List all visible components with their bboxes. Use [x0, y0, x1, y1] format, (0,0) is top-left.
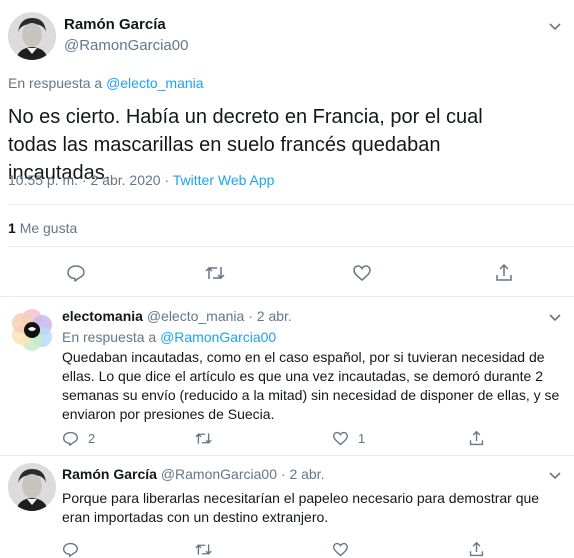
like-icon[interactable]: [352, 263, 372, 283]
chevron-down-icon[interactable]: [548, 311, 562, 325]
like-icon[interactable]: [332, 541, 349, 558]
retweet-icon[interactable]: [204, 263, 226, 283]
like-action[interactable]: 1: [332, 430, 365, 447]
reply-prefix: En respuesta a: [8, 75, 103, 91]
electomania-logo-icon: [12, 309, 52, 351]
reply-prefix: En respuesta a: [62, 329, 157, 345]
reply-header: electomania @electo_mania · 2 abr.: [62, 308, 292, 324]
avatar[interactable]: [8, 305, 56, 353]
tweet-source-link[interactable]: Twitter Web App: [173, 172, 275, 188]
share-icon[interactable]: [468, 541, 485, 558]
reply-header: Ramón García @RamonGarcia00 · 2 abr.: [62, 466, 324, 482]
reply-icon: [63, 431, 78, 446]
author-handle[interactable]: @RamonGarcia00: [161, 466, 277, 482]
meta-separator: ·: [248, 308, 253, 324]
avatar-portrait-icon: [8, 463, 56, 511]
meta-separator: ·: [280, 466, 286, 482]
tweet-date[interactable]: 2 abr. 2020: [91, 172, 161, 188]
author-name[interactable]: electomania: [62, 308, 143, 324]
author-handle[interactable]: @electo_mania: [147, 308, 245, 324]
share-action[interactable]: [468, 430, 485, 447]
divider: [8, 204, 574, 205]
reply-icon[interactable]: [62, 541, 79, 558]
retweet-icon[interactable]: [194, 541, 213, 558]
likes-count: 1: [8, 220, 16, 236]
author-handle[interactable]: @RamonGarcia00: [64, 37, 188, 54]
reply-text: Porque para liberarlas necesitarían el p…: [62, 490, 540, 525]
reply-to-link[interactable]: @RamonGarcia00: [160, 329, 276, 345]
meta-separator: ·: [81, 172, 87, 188]
reply-to-link[interactable]: @electo_mania: [106, 75, 204, 91]
tweet-time[interactable]: 10:55 p. m.: [8, 172, 78, 188]
reply-action[interactable]: 2: [62, 430, 95, 447]
likes-stat[interactable]: 1 Me gusta: [8, 220, 77, 236]
reply-context: En respuesta a @RamonGarcia00: [62, 329, 276, 345]
divider: [0, 455, 574, 456]
reply-count: 2: [88, 431, 96, 446]
avatar-portrait-icon: [8, 12, 56, 60]
tweet-meta: 10:55 p. m. · 2 abr. 2020 · Twitter Web …: [8, 172, 274, 188]
likes-label: Me gusta: [19, 220, 78, 236]
author-name[interactable]: Ramón García: [62, 466, 157, 482]
reply-icon[interactable]: [66, 263, 86, 283]
share-icon: [469, 430, 484, 446]
avatar[interactable]: [8, 12, 56, 60]
reply-context: En respuesta a @electo_mania: [8, 75, 204, 91]
author-name[interactable]: Ramón García: [64, 16, 166, 33]
divider: [8, 246, 574, 247]
reply-text: Quedaban incautadas, como en el caso esp…: [62, 349, 560, 422]
retweet-action[interactable]: [194, 430, 213, 447]
retweet-icon: [195, 433, 212, 444]
chevron-down-icon[interactable]: [548, 20, 562, 34]
avatar[interactable]: [8, 463, 56, 511]
reply-date[interactable]: 2 abr.: [289, 466, 324, 482]
divider: [0, 296, 574, 297]
like-count: 1: [358, 431, 366, 446]
meta-separator: ·: [164, 172, 170, 188]
share-icon[interactable]: [494, 263, 514, 283]
reply-date[interactable]: 2 abr.: [257, 308, 292, 324]
like-icon: [333, 431, 348, 446]
chevron-down-icon[interactable]: [548, 469, 562, 483]
